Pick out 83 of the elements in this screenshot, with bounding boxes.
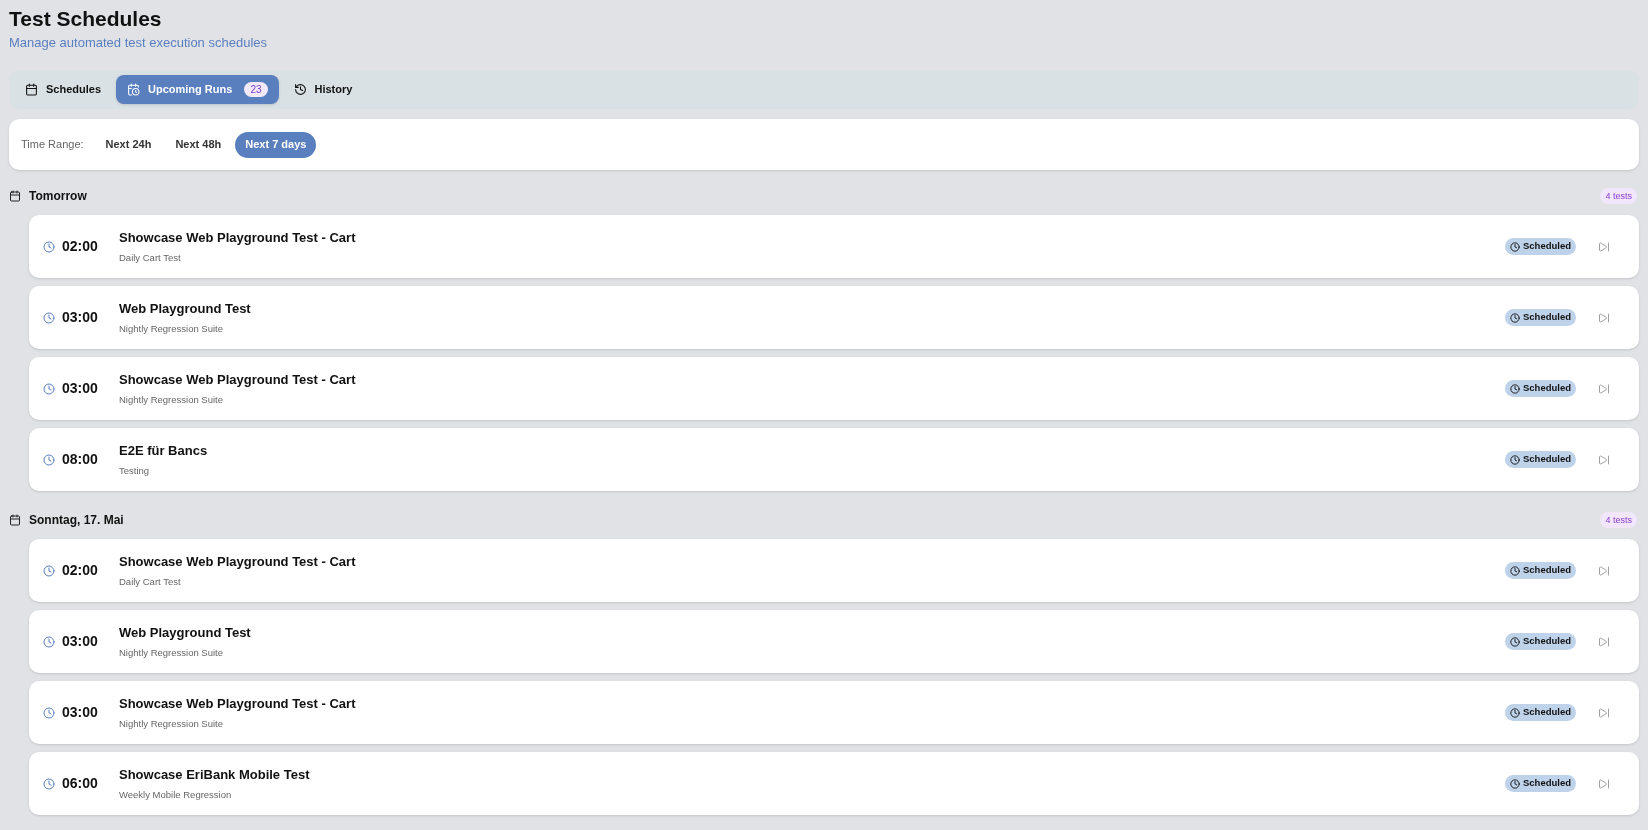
status-badge: Scheduled <box>1504 775 1576 792</box>
run-card[interactable]: 02:00 Showcase Web Playground Test - Cart Daily Cart Test Scheduled <box>29 539 1639 602</box>
calendar-icon <box>9 190 21 202</box>
run-time: 03:00 <box>62 703 98 722</box>
schedule-name: Testing <box>119 464 151 477</box>
time-range-label: Time Range: <box>21 137 84 153</box>
tab[interactable]: Upcoming Runs 23 <box>116 75 279 104</box>
status-badge: Scheduled <box>1504 238 1576 255</box>
clock-icon <box>43 240 55 253</box>
calendar-clock-icon <box>127 83 141 96</box>
clock-icon <box>1509 454 1520 465</box>
time-range-option[interactable]: Next 24h <box>95 131 162 158</box>
schedule-name: Daily Cart Test <box>119 575 182 588</box>
test-name: Web Playground Test <box>119 624 251 642</box>
run-time: 03:00 <box>62 632 98 651</box>
calendar-icon <box>9 514 21 526</box>
status-badge: Scheduled <box>1504 451 1576 468</box>
tab[interactable]: Schedules <box>14 75 113 104</box>
run-time: 08:00 <box>62 450 98 469</box>
group-date: Sonntag, 17. Mai <box>29 512 124 529</box>
run-card[interactable]: 03:00 Web Playground Test Nightly Regression Suite Scheduled <box>29 286 1639 349</box>
time-range-option[interactable]: Next 7 days <box>235 131 317 158</box>
run-card[interactable]: 03:00 Showcase Web Playground Test - Cart Nightly Regression Suite Scheduled <box>29 681 1639 744</box>
schedule-name: Weekly Mobile Regression <box>119 788 233 801</box>
clock-icon <box>1509 707 1520 718</box>
skip-forward-icon[interactable] <box>1598 382 1610 395</box>
test-name: Showcase Web Playground Test - Cart <box>119 229 356 247</box>
clock-icon <box>43 635 55 648</box>
run-card[interactable]: 02:00 Showcase Web Playground Test - Cart Daily Cart Test Scheduled <box>29 215 1639 278</box>
time-range-option[interactable]: Next 48h <box>165 131 232 158</box>
run-time: 03:00 <box>62 308 98 327</box>
run-time: 02:00 <box>62 237 98 256</box>
clock-icon <box>1509 312 1520 323</box>
skip-forward-icon[interactable] <box>1598 564 1610 577</box>
skip-forward-icon[interactable] <box>1598 453 1610 466</box>
status-badge: Scheduled <box>1504 380 1576 397</box>
run-card[interactable]: 06:00 Showcase EriBank Mobile Test Weekly Mobile Regression Scheduled <box>29 752 1639 815</box>
calendar-icon <box>25 83 38 96</box>
status-badge: Scheduled <box>1504 562 1576 579</box>
test-name: Showcase EriBank Mobile Test <box>119 766 310 784</box>
schedule-name: Nightly Regression Suite <box>119 322 225 335</box>
schedule-name: Nightly Regression Suite <box>119 646 225 659</box>
test-name: E2E für Bancs <box>119 442 208 460</box>
test-count-badge: 4 tests <box>1600 188 1637 204</box>
run-card[interactable]: 03:00 Showcase Web Playground Test - Cart Nightly Regression Suite Scheduled <box>29 357 1639 420</box>
test-name: Showcase Web Playground Test - Cart <box>119 695 356 713</box>
run-time: 03:00 <box>62 379 98 398</box>
status-badge: Scheduled <box>1504 633 1576 650</box>
run-time: 06:00 <box>62 774 98 793</box>
clock-icon <box>1509 241 1520 252</box>
clock-icon <box>43 453 55 466</box>
skip-forward-icon[interactable] <box>1598 706 1610 719</box>
test-name: Showcase Web Playground Test - Cart <box>119 371 356 389</box>
clock-icon <box>43 311 55 324</box>
group-date: Tomorrow <box>29 188 87 205</box>
test-name: Showcase Web Playground Test - Cart <box>119 553 356 571</box>
run-card[interactable]: 08:00 E2E für Bancs Testing Scheduled <box>29 428 1639 491</box>
history-icon <box>293 83 307 96</box>
run-card[interactable]: 03:00 Web Playground Test Nightly Regression Suite Scheduled <box>29 610 1639 673</box>
page-title: Test Schedules <box>9 6 162 32</box>
status-badge: Scheduled <box>1504 309 1576 326</box>
clock-icon <box>43 777 55 790</box>
status-badge: Scheduled <box>1504 704 1576 721</box>
clock-icon <box>1509 383 1520 394</box>
page-subtitle: Manage automated test execution schedules <box>9 34 267 52</box>
clock-icon <box>1509 565 1520 576</box>
test-count-badge: 4 tests <box>1600 512 1637 528</box>
schedule-name: Nightly Regression Suite <box>119 393 225 406</box>
clock-icon <box>1509 778 1520 789</box>
skip-forward-icon[interactable] <box>1598 311 1610 324</box>
clock-icon <box>1509 636 1520 647</box>
skip-forward-icon[interactable] <box>1598 777 1610 790</box>
clock-icon <box>43 706 55 719</box>
skip-forward-icon[interactable] <box>1598 240 1610 253</box>
run-time: 02:00 <box>62 561 98 580</box>
test-name: Web Playground Test <box>119 300 251 318</box>
count-badge: 23 <box>244 82 268 97</box>
skip-forward-icon[interactable] <box>1598 635 1610 648</box>
schedule-name: Daily Cart Test <box>119 251 182 264</box>
tab[interactable]: History <box>282 75 364 104</box>
clock-icon <box>43 382 55 395</box>
clock-icon <box>43 564 55 577</box>
schedule-name: Nightly Regression Suite <box>119 717 225 730</box>
